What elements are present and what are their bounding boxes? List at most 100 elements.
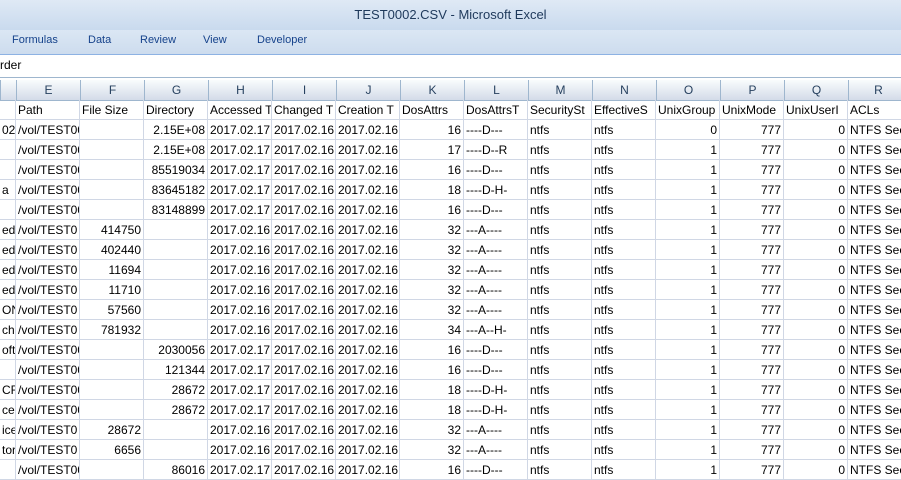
table-cell[interactable]: 18 xyxy=(400,180,464,200)
table-cell[interactable]: 0 xyxy=(784,220,848,240)
table-cell[interactable]: ntfs xyxy=(528,180,592,200)
table-cell[interactable]: 2017.02.17 xyxy=(208,120,272,140)
table-cell[interactable]: ntfs xyxy=(592,380,656,400)
table-cell[interactable]: 1 xyxy=(656,240,720,260)
table-cell[interactable]: /vol/TEST0002/Users xyxy=(16,140,80,160)
column-header-H[interactable]: H xyxy=(208,80,272,100)
table-cell[interactable]: /vol/TEST0 xyxy=(16,300,80,320)
column-header-P[interactable]: P xyxy=(720,80,784,100)
table-cell[interactable]: 32 xyxy=(400,240,464,260)
table-cell[interactable]: /vol/TEST0 xyxy=(16,420,80,440)
table-cell[interactable]: 777 xyxy=(720,320,784,340)
formula-value[interactable]: rder xyxy=(0,58,21,72)
table-cell[interactable]: 86016 xyxy=(144,460,208,480)
table-cell[interactable]: NTFS Sec xyxy=(848,400,901,420)
table-cell[interactable]: ntfs xyxy=(528,340,592,360)
table-cell[interactable]: 2017.02.17 xyxy=(208,180,272,200)
table-cell[interactable]: 2017.02.16 xyxy=(336,460,400,480)
table-cell[interactable]: 2017.02.16 xyxy=(336,120,400,140)
table-cell[interactable]: 1 xyxy=(656,300,720,320)
table-cell[interactable] xyxy=(0,200,16,220)
column-header-M[interactable]: M xyxy=(528,80,592,100)
column-header-N[interactable]: N xyxy=(592,80,656,100)
table-cell[interactable]: 2017.02.16 xyxy=(336,300,400,320)
table-cell[interactable]: 2017.02.16 xyxy=(336,180,400,200)
table-cell[interactable]: NTFS Sec xyxy=(848,240,901,260)
header-cell[interactable]: UnixUserI xyxy=(784,100,848,120)
table-cell[interactable]: 777 xyxy=(720,380,784,400)
table-cell[interactable] xyxy=(144,280,208,300)
table-cell[interactable]: 1 xyxy=(656,380,720,400)
table-cell[interactable]: 2017.02.16 xyxy=(208,260,272,280)
table-cell[interactable]: NTFS Sec xyxy=(848,380,901,400)
table-cell[interactable]: ntfs xyxy=(592,460,656,480)
table-cell[interactable]: 11694 xyxy=(80,260,144,280)
table-cell[interactable]: ice xyxy=(0,420,16,440)
table-cell[interactable] xyxy=(80,180,144,200)
table-cell[interactable]: 0 xyxy=(784,440,848,460)
header-cell[interactable]: SecuritySt xyxy=(528,100,592,120)
table-cell[interactable]: ---A--H- xyxy=(464,320,528,340)
table-cell[interactable]: 2017.02.16 xyxy=(272,420,336,440)
table-cell[interactable]: /vol/TEST0002/Users xyxy=(16,460,80,480)
table-cell[interactable]: ntfs xyxy=(528,380,592,400)
table-cell[interactable]: 18 xyxy=(400,400,464,420)
table-cell[interactable]: 777 xyxy=(720,400,784,420)
table-cell[interactable]: 16 xyxy=(400,360,464,380)
table-cell[interactable] xyxy=(80,140,144,160)
header-cell[interactable]: Directory xyxy=(144,100,208,120)
table-cell[interactable]: 2017.02.16 xyxy=(272,360,336,380)
table-cell[interactable]: 2017.02.16 xyxy=(272,120,336,140)
table-cell[interactable] xyxy=(0,160,16,180)
table-cell[interactable]: 777 xyxy=(720,420,784,440)
table-cell[interactable]: 16 xyxy=(400,460,464,480)
table-cell[interactable] xyxy=(0,360,16,380)
table-cell[interactable]: 16 xyxy=(400,120,464,140)
table-cell[interactable]: 2017.02.16 xyxy=(272,180,336,200)
table-cell[interactable]: 18 xyxy=(400,380,464,400)
table-cell[interactable]: 2017.02.16 xyxy=(336,240,400,260)
table-cell[interactable]: NTFS Sec xyxy=(848,120,901,140)
table-cell[interactable]: 57560 xyxy=(80,300,144,320)
column-header-E[interactable]: E xyxy=(16,80,80,100)
table-cell[interactable]: ----D-H- xyxy=(464,380,528,400)
table-cell[interactable] xyxy=(144,240,208,260)
table-cell[interactable]: 2017.02.16 xyxy=(336,260,400,280)
table-cell[interactable]: edi xyxy=(0,240,16,260)
table-cell[interactable]: 34 xyxy=(400,320,464,340)
table-cell[interactable]: 32 xyxy=(400,260,464,280)
table-cell[interactable]: 1 xyxy=(656,180,720,200)
table-cell[interactable]: 2030056 xyxy=(144,340,208,360)
table-cell[interactable]: 2017.02.16 xyxy=(336,360,400,380)
table-cell[interactable]: edi xyxy=(0,260,16,280)
table-cell[interactable] xyxy=(144,320,208,340)
table-cell[interactable]: 2017.02.17 xyxy=(208,460,272,480)
header-cell[interactable]: Changed T xyxy=(272,100,336,120)
tab-review[interactable]: Review xyxy=(140,34,176,46)
table-cell[interactable]: 2017.02.16 xyxy=(272,400,336,420)
column-header-R[interactable]: R xyxy=(848,80,901,100)
table-cell[interactable]: 85519034 xyxy=(144,160,208,180)
table-cell[interactable]: 402440 xyxy=(80,240,144,260)
table-cell[interactable]: 2017.02.16 xyxy=(336,320,400,340)
table-cell[interactable]: ntfs xyxy=(592,440,656,460)
table-cell[interactable]: ---A---- xyxy=(464,240,528,260)
tab-data[interactable]: Data xyxy=(88,34,111,46)
table-cell[interactable]: 777 xyxy=(720,200,784,220)
table-cell[interactable]: 02 xyxy=(0,120,16,140)
table-cell[interactable]: 2017.02.17 xyxy=(208,140,272,160)
table-cell[interactable]: 0 xyxy=(784,160,848,180)
table-cell[interactable]: 2017.02.16 xyxy=(336,400,400,420)
table-cell[interactable]: /vol/TEST0002/Users xyxy=(16,400,80,420)
table-cell[interactable] xyxy=(0,460,16,480)
table-cell[interactable]: 777 xyxy=(720,140,784,160)
table-cell[interactable]: /vol/TEST0002 xyxy=(16,120,80,140)
table-cell[interactable]: 2017.02.16 xyxy=(208,220,272,240)
table-cell[interactable]: 1 xyxy=(656,400,720,420)
table-cell[interactable]: ntfs xyxy=(528,420,592,440)
table-cell[interactable]: ONT xyxy=(0,300,16,320)
table-cell[interactable]: 2017.02.16 xyxy=(272,340,336,360)
table-cell[interactable]: CFI xyxy=(0,380,16,400)
table-cell[interactable]: 0 xyxy=(784,340,848,360)
table-cell[interactable]: 2017.02.17 xyxy=(208,340,272,360)
